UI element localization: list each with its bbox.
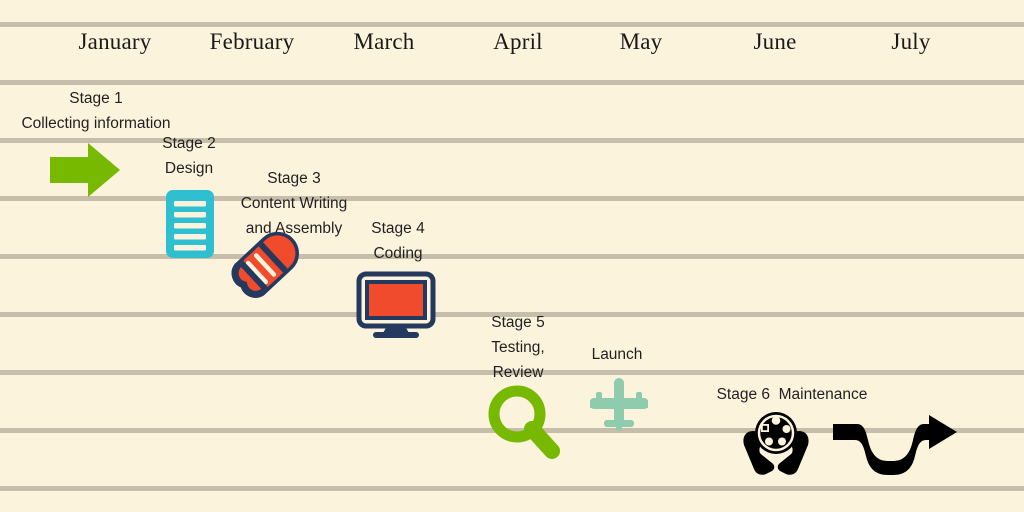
month-label-july: July: [891, 29, 931, 54]
month-label-march: March: [353, 29, 415, 54]
stage-3-label-line: Stage 3: [267, 170, 321, 187]
rule-line: [0, 22, 1024, 27]
document-icon: [166, 190, 214, 258]
stage-5-label-line: Stage 5: [491, 314, 545, 331]
timeline-infographic: January February March April May June July Sta…: [0, 0, 1024, 512]
stage-3-label: Stage 3 Content Writing and Assembly: [241, 166, 348, 241]
stage-5-label-line: Review: [492, 364, 544, 381]
stage-1-label: Stage 1 Collecting information: [21, 86, 170, 136]
stage-1-label-line: Collecting information: [21, 115, 171, 132]
month-label-february: February: [209, 29, 295, 54]
monitor-icon: [356, 271, 436, 340]
stage-3-label-line: Content Writing: [240, 195, 348, 212]
stage-2-label-line: Design: [164, 160, 214, 177]
rule-line: [0, 486, 1024, 491]
launch-label-line: Launch: [591, 346, 643, 363]
stage-4-label-line: Coding: [373, 245, 423, 262]
pencil-icon: [231, 231, 299, 299]
stage-4-label: Stage 4 Coding: [371, 216, 424, 266]
rule-line: [0, 254, 1024, 259]
launch-label: Launch: [592, 342, 643, 367]
month-label-april: April: [493, 29, 543, 54]
stage-2-label-line: Stage 2: [162, 135, 216, 152]
month-label-june: June: [753, 29, 797, 54]
month-label-january: January: [78, 29, 152, 54]
stage-2-label: Stage 2 Design: [162, 131, 215, 181]
stage-5-label-line: Testing,: [491, 339, 545, 356]
stage-3-label-line: and Assembly: [245, 220, 343, 237]
stage-6-label: Stage 6 Maintenance: [717, 382, 868, 407]
airplane-icon: [588, 376, 650, 432]
green-arrow-icon: [50, 143, 120, 197]
stage-4-label-line: Stage 4: [371, 220, 425, 237]
stage-6-label-line: Stage 6 Maintenance: [716, 386, 868, 403]
magnifier-icon: [486, 383, 564, 463]
wave-arrow-icon: [833, 414, 959, 476]
month-label-may: May: [619, 29, 663, 54]
rule-line: [0, 138, 1024, 143]
hands-gear-icon: [740, 411, 812, 477]
rule-line: [0, 80, 1024, 85]
stage-5-label: Stage 5 Testing, Review: [491, 310, 544, 385]
stage-1-label-line: Stage 1: [69, 90, 123, 107]
rule-line: [0, 196, 1024, 201]
